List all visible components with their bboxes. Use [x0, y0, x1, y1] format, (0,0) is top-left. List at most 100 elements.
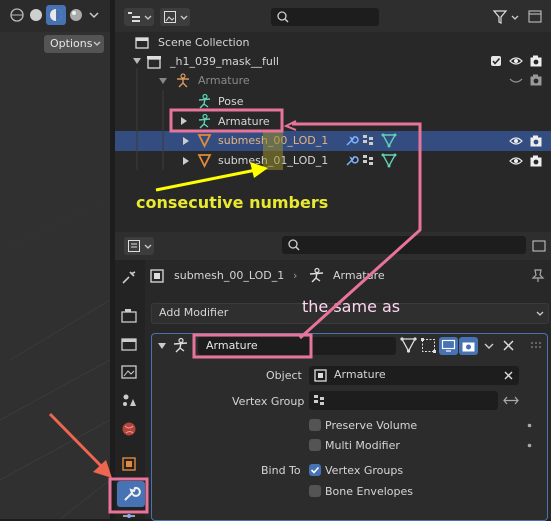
shading-material-button[interactable] [46, 5, 66, 25]
checkmark-icon [310, 466, 320, 474]
camera-render-icon[interactable] [530, 135, 542, 147]
keyframe-dot-icon[interactable] [527, 443, 532, 448]
output-tab-icon[interactable] [121, 337, 137, 351]
scene-collection-label: Scene Collection [158, 36, 250, 49]
modifier-name-field[interactable]: Armature [198, 337, 396, 355]
scene-tab-icon[interactable] [121, 393, 137, 407]
outliner-tree-lines [136, 68, 164, 170]
shading-wireframe-icon[interactable] [10, 8, 24, 22]
options-icon [532, 240, 546, 252]
chevron-down-icon [536, 311, 544, 316]
outliner-search-input[interactable] [271, 8, 379, 26]
invert-arrows-icon[interactable] [503, 396, 519, 405]
bind-to-label: Bind To [261, 464, 301, 477]
drag-handle-icon[interactable] [530, 341, 542, 349]
camera-render-icon[interactable] [530, 74, 542, 86]
new-collection-button[interactable] [527, 8, 545, 26]
mesh-data-icon[interactable] [381, 133, 397, 148]
scene-collection-icon [135, 37, 149, 49]
clear-object-icon[interactable] [504, 371, 513, 380]
vertex-group-icon [314, 395, 324, 405]
eye-visibility-icon[interactable] [509, 136, 523, 146]
particles-tab-icon[interactable] [121, 512, 137, 519]
search-icon [277, 11, 289, 23]
shading-solid-icon[interactable] [29, 8, 43, 22]
preserve-volume-label: Preserve Volume [325, 419, 418, 432]
eye-visibility-icon[interactable] [509, 56, 523, 66]
chevron-down-icon [180, 15, 188, 20]
eye-visibility-icon[interactable] [509, 156, 523, 166]
show-viewport-toggle[interactable] [439, 337, 458, 355]
filter-button[interactable] [491, 8, 521, 26]
bone-envelopes-checkbox[interactable] [309, 485, 321, 497]
outliner-row-scene-collection[interactable]: Scene Collection [115, 33, 551, 52]
keyframe-dot-icon[interactable] [527, 423, 532, 428]
show-render-toggle[interactable] [459, 337, 478, 355]
camera-render-icon[interactable] [530, 155, 542, 167]
properties-options-button[interactable] [531, 238, 547, 254]
breadcrumb-separator: › [293, 269, 298, 282]
properties-search-input[interactable] [282, 236, 526, 254]
modifier-name-value: Armature [206, 339, 258, 352]
digit-highlight-01 [263, 151, 283, 170]
annotation-same-as: the same as [302, 297, 401, 316]
camera-icon [462, 342, 475, 352]
vertex-group-label: Vertex Group [232, 395, 305, 408]
vertex-groups-checkbox[interactable] [309, 464, 321, 476]
close-icon[interactable] [503, 340, 514, 351]
collapse-chevron-icon[interactable] [158, 342, 166, 350]
chevron-down-icon [144, 244, 152, 249]
chevron-down-icon [144, 15, 152, 20]
multi-modifier-label: Multi Modifier [325, 439, 400, 452]
modifier-tab-button[interactable] [117, 481, 145, 507]
armature-icon [309, 267, 324, 283]
editor-type-button[interactable] [124, 237, 154, 255]
wrench-modifier-icon[interactable] [345, 135, 359, 147]
breadcrumb: submesh_00_LOD_1 › Armature [150, 266, 530, 286]
wrench-modifier-icon[interactable] [345, 155, 359, 167]
vertex-groups-label: Vertex Groups [325, 464, 404, 477]
object-data-icon [150, 269, 164, 283]
eye-closed-icon[interactable] [509, 78, 523, 84]
on-cage-icon[interactable] [421, 338, 436, 353]
filter-funnel-icon [492, 10, 508, 24]
world-tab-icon[interactable] [121, 421, 137, 437]
options-chevron-icon [93, 41, 101, 46]
vertex-groups-icon[interactable] [363, 154, 376, 167]
camera-render-icon[interactable] [530, 55, 542, 67]
object-label: Object [266, 369, 302, 382]
pin-icon[interactable] [531, 269, 545, 283]
annotation-consecutive-numbers: consecutive numbers [136, 193, 329, 212]
outliner-list-icon [128, 12, 140, 22]
collection-checkbox[interactable] [491, 56, 501, 66]
filter-image-button[interactable] [160, 8, 190, 26]
preserve-volume-checkbox[interactable] [309, 419, 321, 431]
options-label: Options [50, 37, 93, 50]
multi-modifier-checkbox[interactable] [309, 439, 321, 451]
edit-mode-vertex-icon[interactable] [400, 337, 417, 353]
display-mode-button[interactable] [124, 8, 154, 26]
properties-editor-icon [128, 240, 140, 252]
render-tab-icon[interactable] [121, 309, 137, 323]
chevron-down-icon [511, 15, 519, 20]
shading-dropdown-chevron-icon[interactable] [88, 9, 100, 21]
search-icon [288, 239, 300, 251]
3d-viewport[interactable] [0, 0, 110, 519]
image-icon [164, 11, 176, 23]
breadcrumb-object: submesh_00_LOD_1 [174, 269, 285, 282]
object-field-icon [314, 369, 327, 382]
armature-modifier-icon [173, 337, 188, 353]
object-field[interactable]: Armature [309, 366, 519, 385]
tool-tab-icon[interactable] [121, 270, 137, 286]
shading-rendered-icon[interactable] [69, 8, 83, 22]
modifier-dropdown-chevron-icon[interactable] [484, 343, 494, 350]
view-layer-tab-icon[interactable] [121, 365, 137, 379]
vertex-groups-icon[interactable] [363, 134, 376, 147]
viewport-grid [0, 199, 110, 519]
monitor-icon [441, 339, 456, 352]
options-button[interactable]: Options [44, 35, 104, 53]
new-collection-icon [528, 10, 542, 23]
mesh-data-icon[interactable] [381, 153, 397, 168]
vertex-group-field[interactable] [309, 391, 498, 410]
object-tab-icon[interactable] [121, 456, 137, 472]
